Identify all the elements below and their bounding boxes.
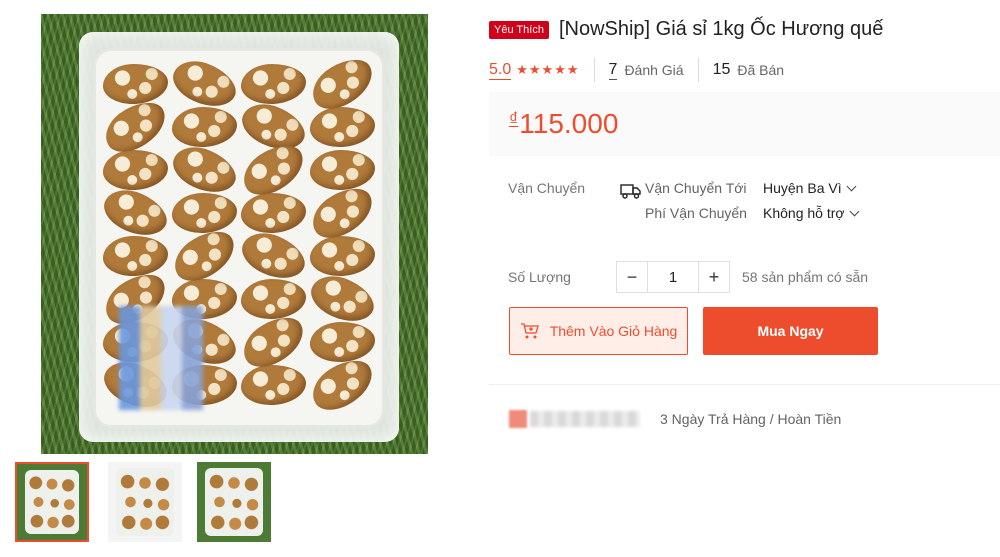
- price: ₫115.000: [509, 108, 618, 140]
- sold-label: Đã Bán: [737, 62, 785, 78]
- divider: [593, 58, 595, 82]
- thumbnail-1[interactable]: [15, 462, 89, 542]
- blurred-logo: [509, 410, 527, 428]
- title-row: Yêu Thích [NowShip] Giá sỉ 1kg Ốc Hương …: [489, 18, 883, 41]
- ship-to-label: Vận Chuyển Tới: [645, 180, 747, 196]
- rating-value[interactable]: 5.0: [489, 61, 512, 80]
- section-divider: [489, 384, 1000, 385]
- ship-fee-select[interactable]: Không hỗ trợ: [763, 205, 860, 221]
- cart-plus-icon: [520, 323, 539, 339]
- truck-icon: [620, 184, 641, 199]
- quantity-label: Số Lượng: [508, 269, 571, 285]
- shipping-label: Vận Chuyển: [508, 180, 586, 196]
- ship-fee-value: Không hỗ trợ: [763, 205, 845, 221]
- increase-button[interactable]: +: [698, 261, 730, 293]
- product-title: [NowShip] Giá sỉ 1kg Ốc Hương quế: [558, 18, 884, 40]
- ship-fee-label: Phí Vận Chuyển: [645, 205, 747, 221]
- sold-count: 15: [712, 61, 731, 78]
- star-icon: ★★★★★: [516, 62, 580, 77]
- ship-to-select[interactable]: Huyện Ba Vì: [763, 180, 857, 196]
- add-to-cart-button[interactable]: Thêm Vào Giỏ Hàng: [509, 307, 688, 355]
- blurred-text: [530, 411, 640, 427]
- divider: [697, 58, 699, 82]
- quantity-stepper: − 1 +: [616, 261, 730, 293]
- decrease-button[interactable]: −: [616, 261, 648, 293]
- ship-to-value: Huyện Ba Vì: [763, 180, 842, 196]
- price-amount: 115.000: [519, 108, 619, 139]
- product-main-image[interactable]: [41, 14, 428, 454]
- add-to-cart-label: Thêm Vào Giỏ Hàng: [549, 323, 678, 339]
- reviews-label: Đánh Giá: [624, 62, 684, 78]
- thumbnail-2[interactable]: [108, 462, 182, 542]
- blurred-label: [119, 306, 203, 410]
- return-guarantee[interactable]: 3 Ngày Trả Hàng / Hoàn Tiền: [660, 411, 841, 427]
- quantity-input[interactable]: 1: [648, 261, 698, 293]
- chevron-down-icon: [846, 181, 857, 191]
- favorite-badge: Yêu Thích: [489, 20, 549, 39]
- thumbnail-3[interactable]: [197, 462, 271, 542]
- stats-row: 5.0 ★★★★★ 7 Đánh Giá 15 Đã Bán: [489, 58, 784, 82]
- reviews-count[interactable]: 7: [608, 61, 618, 80]
- currency-symbol: ₫: [509, 109, 519, 129]
- stock-text: 58 sản phẩm có sẵn: [742, 269, 869, 285]
- price-box: ₫115.000: [489, 92, 1000, 156]
- buy-now-button[interactable]: Mua Ngay: [703, 307, 878, 355]
- chevron-down-icon: [849, 206, 860, 216]
